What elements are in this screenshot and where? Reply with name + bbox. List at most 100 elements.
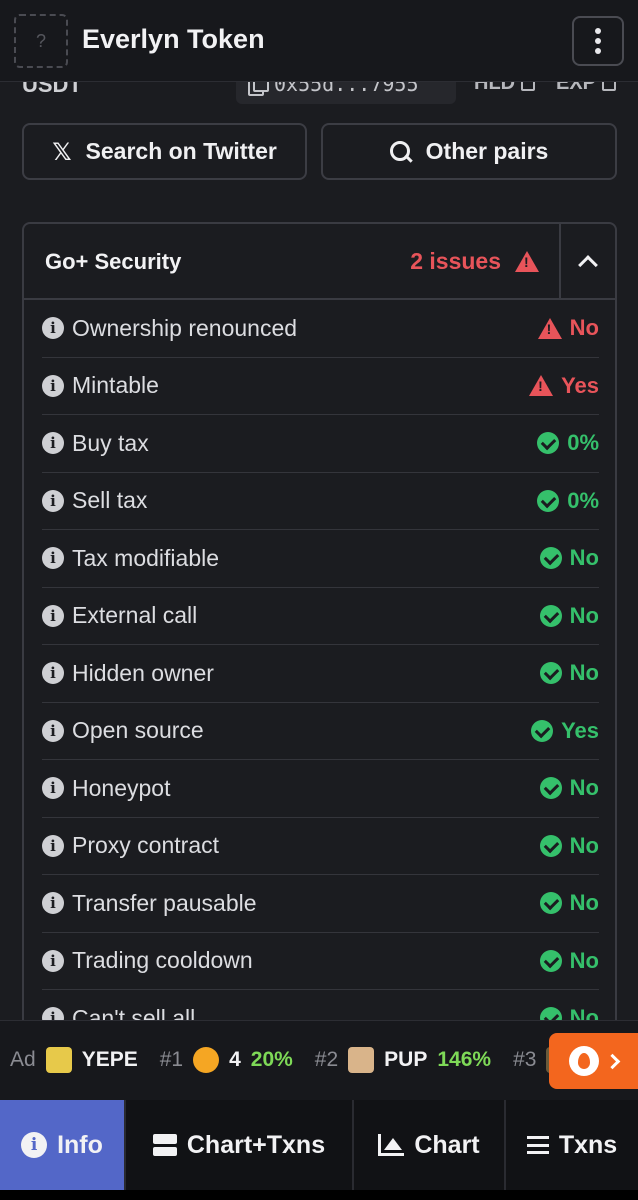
check-circle-icon [531, 719, 554, 742]
security-check-value: No [569, 775, 599, 801]
warning-icon [537, 317, 562, 339]
bottom-nav: i Info Chart+Txns Chart Txns [0, 1100, 638, 1190]
check-circle-icon [539, 949, 562, 972]
security-check-label: Transfer pausable [72, 889, 257, 916]
security-row[interactable]: i External call No [42, 588, 599, 645]
info-icon[interactable]: i [42, 719, 64, 742]
info-icon[interactable]: i [42, 374, 64, 397]
security-row[interactable]: i Hidden owner No [42, 645, 599, 703]
row-label-group: i Honeypot [42, 775, 170, 802]
security-check-value: No [569, 832, 599, 858]
security-check-value: No [569, 602, 599, 628]
security-check-result: No [539, 545, 599, 571]
rank-2: #2 [314, 1048, 339, 1071]
security-check-result: No [539, 890, 599, 916]
security-check-value: 0% [567, 487, 599, 513]
security-row[interactable]: i Tax modifiable No [42, 530, 599, 588]
security-check-value: Yes [561, 717, 599, 743]
ad-symbol[interactable]: YEPE [82, 1048, 138, 1072]
row-label-group: i Open source [42, 717, 204, 744]
check-circle-icon [539, 662, 562, 685]
security-check-label: Proxy contract [72, 832, 219, 859]
tab-info[interactable]: i Info [0, 1100, 126, 1190]
chevron-up-icon [578, 255, 598, 275]
token-logo-placeholder: ? [14, 14, 68, 68]
security-header[interactable]: Go+ Security 2 issues [24, 224, 615, 300]
security-row[interactable]: i Honeypot No [42, 760, 599, 818]
security-check-label: External call [72, 602, 198, 629]
info-icon[interactable]: i [42, 892, 64, 915]
row-label-group: i Buy tax [42, 430, 149, 457]
security-check-label: Open source [72, 717, 204, 744]
security-row[interactable]: i Mintable Yes [42, 358, 599, 415]
security-title: Go+ Security [45, 249, 182, 274]
row-label-group: i Mintable [42, 372, 159, 399]
token-1-symbol[interactable]: 4 [229, 1048, 241, 1072]
list-icon [526, 1136, 549, 1154]
security-check-value: No [569, 660, 599, 686]
security-check-result: Yes [529, 373, 599, 399]
security-list: i Ownership renounced No i Mintable Yes i Buy t… [42, 300, 599, 1040]
trending-ticker[interactable]: Ad YEPE #1 4 20% #2 PUP 146% #3 [0, 1020, 638, 1100]
security-check-value: No [569, 315, 599, 341]
security-check-value: No [569, 545, 599, 571]
other-pairs-button[interactable]: Other pairs [321, 123, 617, 180]
yepe-coin-icon [45, 1047, 72, 1073]
info-icon[interactable]: i [42, 949, 64, 972]
row-label-group: i Trading cooldown [42, 947, 253, 974]
trending-button[interactable] [549, 1033, 638, 1089]
chart-icon [378, 1134, 405, 1156]
tab-txns[interactable]: Txns [506, 1100, 638, 1190]
security-check-result: No [539, 832, 599, 859]
info-icon[interactable]: i [42, 317, 64, 340]
security-check-label: Trading cooldown [72, 947, 253, 974]
page: USDT 0x55d...7955 HLD EXP ? Everlyn Toke… [0, 0, 638, 1200]
row-label-group: i Ownership renounced [42, 315, 297, 342]
search-twitter-label: Search on Twitter [85, 138, 277, 164]
security-check-result: 0% [537, 488, 599, 514]
security-row[interactable]: i Ownership renounced No [42, 300, 599, 358]
dot-icon [595, 38, 601, 44]
token-2-change: 146% [437, 1048, 492, 1071]
info-icon[interactable]: i [42, 604, 64, 627]
info-icon[interactable]: i [42, 834, 64, 857]
info-icon[interactable]: i [42, 432, 64, 455]
security-check-label: Mintable [72, 372, 159, 399]
security-row[interactable]: i Proxy contract No [42, 818, 599, 875]
security-row[interactable]: i Buy tax 0% [42, 415, 599, 473]
check-circle-icon [539, 834, 562, 857]
issues-count: 2 issues [410, 248, 501, 274]
info-icon[interactable]: i [42, 662, 64, 685]
token-name: Everlyn Token [82, 24, 265, 54]
token-2-symbol[interactable]: PUP [384, 1048, 427, 1072]
more-menu-button[interactable] [572, 16, 624, 66]
row-label-group: i Proxy contract [42, 832, 219, 859]
rank-3: #3 [513, 1048, 537, 1071]
tab-chart-txns[interactable]: Chart+Txns [126, 1100, 354, 1190]
tab-chart-txns-label: Chart+Txns [186, 1130, 326, 1159]
security-check-result: No [539, 947, 599, 974]
search-twitter-button[interactable]: 𝕏 Search on Twitter [22, 123, 307, 180]
row-label-group: i Sell tax [42, 487, 147, 514]
tab-txns-label: Txns [558, 1130, 618, 1159]
info-icon[interactable]: i [42, 777, 64, 800]
security-row[interactable]: i Open source Yes [42, 703, 599, 760]
info-icon[interactable]: i [42, 547, 64, 570]
check-circle-icon [537, 489, 560, 512]
check-circle-icon [537, 432, 560, 455]
info-icon[interactable]: i [42, 489, 64, 512]
collapse-button[interactable] [559, 224, 615, 298]
row-label-group: i Transfer pausable [42, 890, 257, 917]
tab-chart[interactable]: Chart [354, 1100, 506, 1190]
check-circle-icon [539, 604, 562, 627]
row-label-group: i Hidden owner [42, 660, 214, 687]
rank-1: #1 [159, 1048, 184, 1071]
security-check-result: 0% [537, 430, 599, 456]
security-row[interactable]: i Sell tax 0% [42, 473, 599, 530]
search-icon [389, 140, 412, 163]
security-check-value: No [569, 947, 599, 973]
security-row[interactable]: i Transfer pausable No [42, 875, 599, 933]
security-check-result: No [537, 315, 599, 341]
x-logo-icon: 𝕏 [52, 137, 72, 166]
security-row[interactable]: i Trading cooldown No [42, 933, 599, 990]
